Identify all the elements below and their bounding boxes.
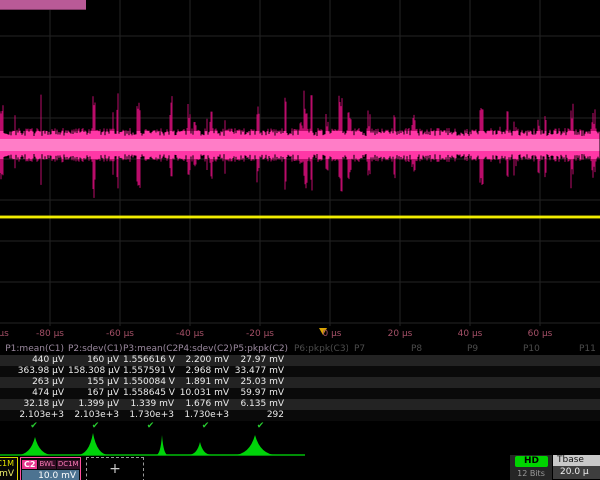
stat-row: 440 µV160 µV1.556616 V2.200 mV27.97 mV bbox=[0, 355, 600, 366]
param-value-cell: 1.891 mV bbox=[178, 377, 233, 388]
stat-row: 363.98 µV158.308 µV1.557591 V2.968 mV33.… bbox=[0, 366, 600, 377]
param-value-cell: 33.477 mV bbox=[233, 366, 288, 377]
acquisition-mode-box[interactable]: HD 12 Bits bbox=[510, 455, 552, 480]
param-value-cell: 25.03 mV bbox=[233, 377, 288, 388]
bit-depth-label: 12 Bits bbox=[510, 469, 552, 478]
c2-coupling-tag: DC1M bbox=[57, 460, 80, 469]
param-value-cell: 158.308 µV bbox=[68, 366, 123, 377]
status-bar: DC1M 0 mV C2 BWL DC1M 10.0 mV + HD 12 Bi… bbox=[0, 457, 600, 480]
param-header-6[interactable]: P6:pkpk(C3) bbox=[288, 343, 348, 355]
param-value-cell: 2.968 mV bbox=[178, 366, 233, 377]
stat-row: 32.18 µV1.399 µV1.339 mV1.676 mV6.135 mV bbox=[0, 399, 600, 410]
param-value-cell: 263 µV bbox=[0, 377, 68, 388]
param-value-cell: 6.135 mV bbox=[233, 399, 288, 410]
time-axis-label: -60 µs bbox=[106, 329, 134, 339]
c2-bwl-tag: BWL bbox=[38, 460, 55, 469]
stat-row: 2.103e+32.103e+31.730e+31.730e+3292 bbox=[0, 410, 600, 421]
param-header-11[interactable]: P11 bbox=[573, 343, 600, 355]
param-value-cell: 160 µV bbox=[68, 355, 123, 366]
param-value-cell: 474 µV bbox=[0, 388, 68, 399]
c1-scale-label: 0 mV bbox=[0, 468, 17, 479]
param-value-cell: 10.031 mV bbox=[178, 388, 233, 399]
waveform-graticule bbox=[0, 0, 600, 326]
param-value-cell: 155 µV bbox=[68, 377, 123, 388]
param-value-cell: 2.200 mV bbox=[178, 355, 233, 366]
param-header-4[interactable]: P4:sdev(C2) bbox=[178, 343, 233, 355]
param-value-cell: 1.676 mV bbox=[178, 399, 233, 410]
param-value-cell: 27.97 mV bbox=[233, 355, 288, 366]
timebase-descriptor[interactable]: Tbase 20.0 µ bbox=[553, 455, 600, 480]
c2-scale-label: 10.0 mV bbox=[22, 470, 79, 480]
timebase-value: 20.0 µ bbox=[553, 466, 600, 479]
param-value-cell: 440 µV bbox=[0, 355, 68, 366]
param-header-7[interactable]: P7 bbox=[348, 343, 405, 355]
param-value-cell: 1.558645 V bbox=[123, 388, 178, 399]
param-value-cell: 363.98 µV bbox=[0, 366, 68, 377]
time-axis-label: -20 µs bbox=[246, 329, 274, 339]
param-value-cell: 292 bbox=[233, 410, 288, 421]
time-axis-label: -100 µs bbox=[0, 329, 9, 339]
param-header-8[interactable]: P8 bbox=[405, 343, 461, 355]
param-value-cell: 1.556616 V bbox=[123, 355, 178, 366]
param-value-cell: 32.18 µV bbox=[0, 399, 68, 410]
time-axis: -100 µs -80 µs -60 µs -40 µs -20 µs 0 µs 20 µs… bbox=[0, 325, 600, 343]
param-header-3[interactable]: P3:mean(C2) bbox=[123, 343, 178, 355]
channel-c1-descriptor[interactable]: DC1M 0 mV bbox=[0, 457, 18, 480]
histicon-strip bbox=[0, 430, 600, 457]
param-header-1[interactable]: P1:mean(C1) bbox=[0, 343, 68, 355]
time-axis-label: -80 µs bbox=[36, 329, 64, 339]
param-value-cell: 59.97 mV bbox=[233, 388, 288, 399]
time-axis-label: -40 µs bbox=[176, 329, 204, 339]
param-value-cell: 1.730e+3 bbox=[178, 410, 233, 421]
param-value-cell: 2.103e+3 bbox=[68, 410, 123, 421]
stat-row: 263 µV155 µV1.550084 V1.891 mV25.03 mV bbox=[0, 377, 600, 388]
time-axis-label: 40 µs bbox=[458, 329, 483, 339]
param-value-cell: 1.399 µV bbox=[68, 399, 123, 410]
c2-badge: C2 bbox=[22, 460, 37, 469]
param-value-cell: 167 µV bbox=[68, 388, 123, 399]
param-value-cell: 1.550084 V bbox=[123, 377, 178, 388]
time-axis-label: 60 µs bbox=[528, 329, 553, 339]
param-header-10[interactable]: P10 bbox=[517, 343, 573, 355]
param-header-9[interactable]: P9 bbox=[461, 343, 517, 355]
oscilloscope-screen: -100 µs -80 µs -60 µs -40 µs -20 µs 0 µs 20 µs… bbox=[0, 0, 600, 480]
cropped-menu-fragment bbox=[0, 0, 86, 10]
channel-c2-descriptor[interactable]: C2 BWL DC1M 10.0 mV bbox=[20, 457, 81, 480]
param-header-2[interactable]: P2:sdev(C1) bbox=[68, 343, 123, 355]
time-axis-label: 0 µs bbox=[322, 329, 341, 339]
timebase-title: Tbase bbox=[553, 455, 600, 466]
measurement-table: P1:mean(C1)P2:sdev(C1)P3:mean(C2)P4:sdev… bbox=[0, 343, 600, 432]
param-value-cell: 1.339 mV bbox=[123, 399, 178, 410]
add-trace-button[interactable]: + bbox=[86, 457, 144, 480]
param-header-5[interactable]: P5:pkpk(C2) bbox=[233, 343, 288, 355]
c1-coupling-label: DC1M bbox=[0, 458, 17, 468]
stat-row: 474 µV167 µV1.558645 V10.031 mV59.97 mV bbox=[0, 388, 600, 399]
hd-mode-badge: HD bbox=[515, 456, 548, 467]
param-value-cell: 1.557591 V bbox=[123, 366, 178, 377]
param-value-cell: 2.103e+3 bbox=[0, 410, 68, 421]
time-axis-label: 20 µs bbox=[388, 329, 413, 339]
param-value-cell: 1.730e+3 bbox=[123, 410, 178, 421]
